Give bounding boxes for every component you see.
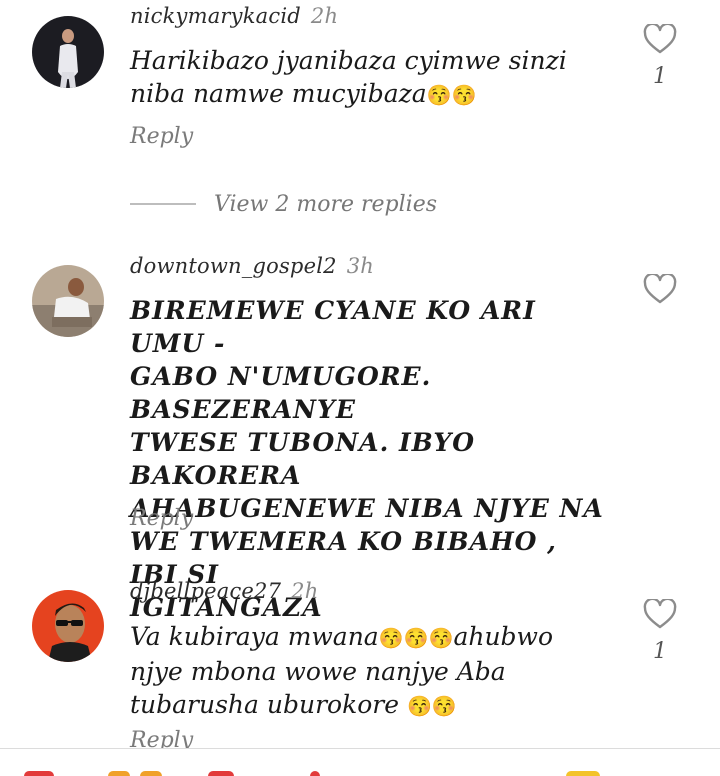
divider-line bbox=[130, 203, 196, 205]
reaction-emoji[interactable] bbox=[108, 771, 130, 776]
comment-text-content: Va kubiraya mwana bbox=[130, 622, 379, 651]
like-button[interactable] bbox=[640, 274, 680, 314]
reaction-emoji[interactable] bbox=[208, 771, 234, 776]
timestamp: 2h bbox=[310, 4, 339, 28]
heart-icon bbox=[643, 24, 677, 54]
heart-icon bbox=[643, 274, 677, 304]
comment-text-content: Harikibazo jyanibaza cyimwe sinzi niba n… bbox=[130, 46, 575, 108]
reply-button[interactable]: Reply bbox=[130, 506, 193, 531]
like-button[interactable]: 1 bbox=[640, 599, 680, 664]
kiss-emoji: 😚😚😚 bbox=[378, 626, 454, 650]
avatar[interactable] bbox=[32, 16, 104, 88]
like-count: 1 bbox=[653, 64, 667, 89]
kiss-emoji: 😚😚 bbox=[426, 83, 477, 107]
like-button[interactable]: 1 bbox=[640, 24, 680, 89]
comment-text: Harikibazo jyanibaza cyimwe sinzi niba n… bbox=[130, 44, 605, 112]
reaction-bar bbox=[0, 748, 720, 776]
username[interactable]: nickymarykacid bbox=[130, 4, 301, 28]
avatar[interactable] bbox=[32, 590, 104, 662]
comment-meta: djbellpeace27 2h bbox=[130, 579, 318, 603]
comment-text: BIREMEWE CYANE KO ARI UMU - GABO N'UMUGO… bbox=[130, 296, 604, 622]
reaction-emoji[interactable] bbox=[566, 771, 600, 776]
timestamp: 2h bbox=[291, 579, 319, 603]
kiss-emoji: 😚😚 bbox=[407, 694, 457, 718]
view-more-replies-label: View 2 more replies bbox=[214, 192, 438, 217]
comment-meta: downtown_gospel2 3h bbox=[130, 254, 374, 278]
username[interactable]: djbellpeace27 bbox=[130, 579, 281, 603]
reaction-emoji[interactable] bbox=[24, 771, 54, 776]
comment-text: Va kubiraya mwana😚😚😚ahubwo njye mbona wo… bbox=[130, 620, 605, 723]
like-count: 1 bbox=[653, 639, 667, 664]
reply-button[interactable]: Reply bbox=[130, 124, 193, 149]
username[interactable]: downtown_gospel2 bbox=[130, 254, 337, 278]
comment-meta: nickymarykacid 2h bbox=[130, 4, 338, 28]
reaction-emoji[interactable] bbox=[310, 771, 320, 776]
timestamp: 3h bbox=[346, 254, 374, 278]
reaction-emoji[interactable] bbox=[140, 771, 162, 776]
heart-icon bbox=[643, 599, 677, 629]
avatar[interactable] bbox=[32, 265, 104, 337]
